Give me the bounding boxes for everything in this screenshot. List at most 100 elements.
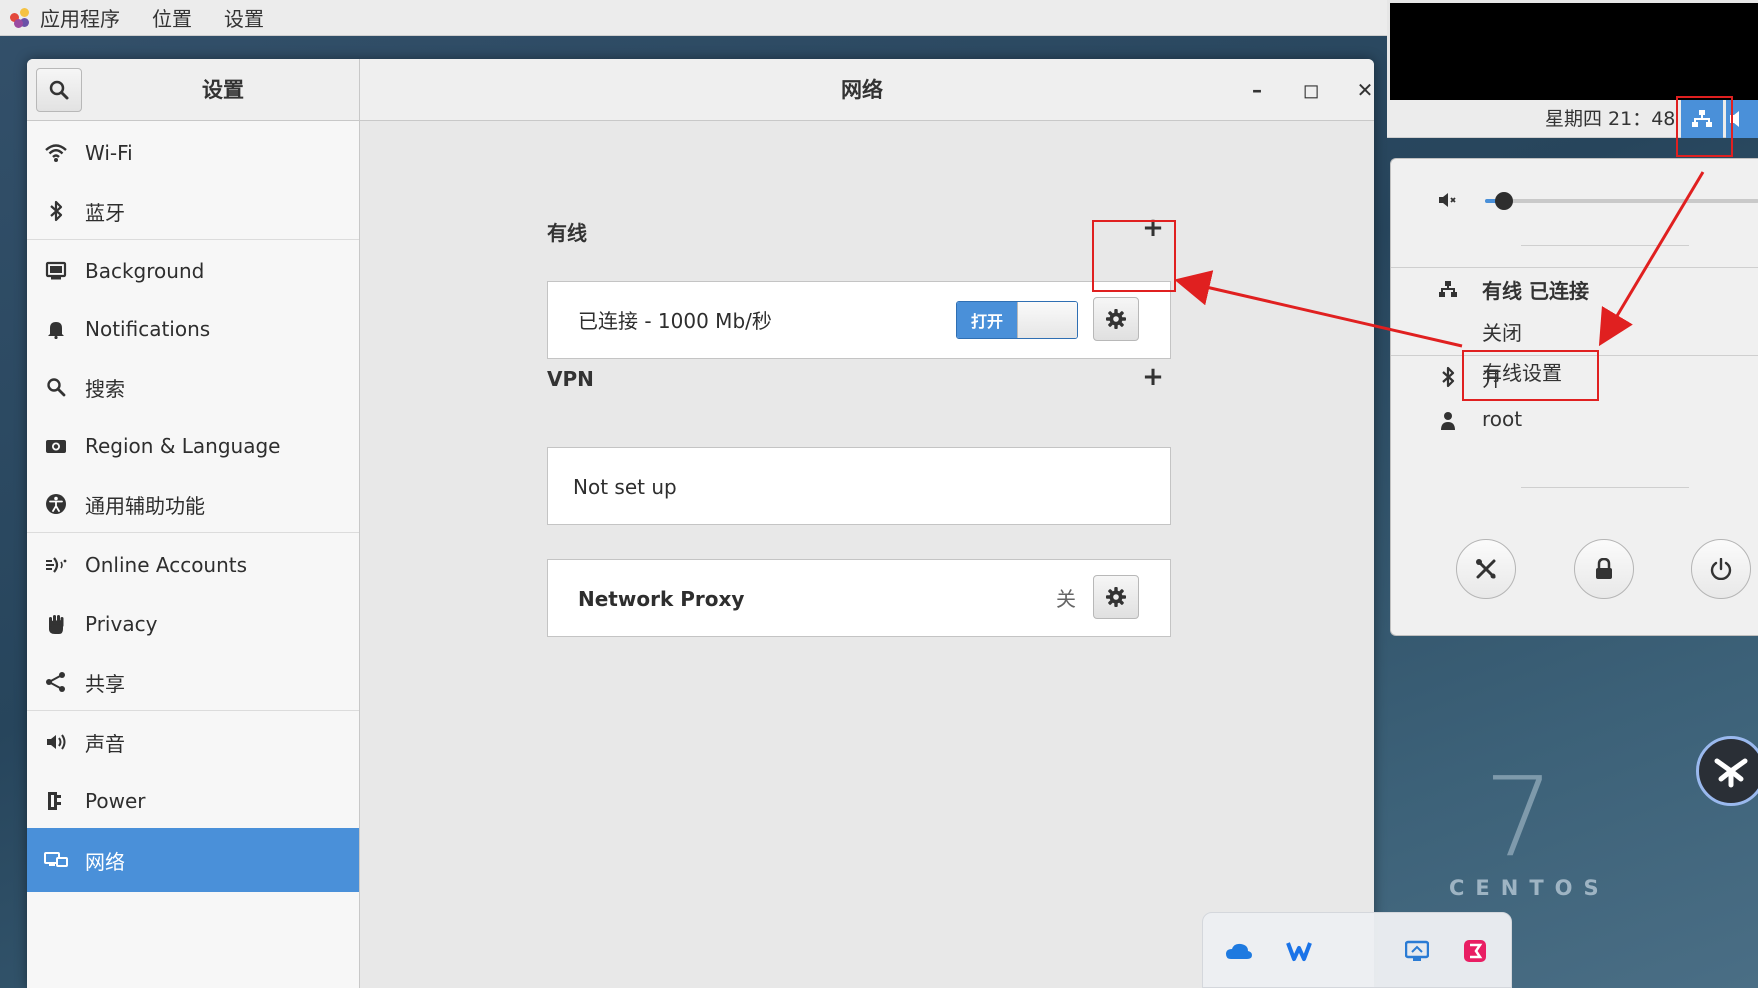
sidebar-item-search[interactable]: 搜索 xyxy=(27,355,359,419)
places-menu[interactable]: 位置 xyxy=(152,3,192,32)
sidebar-title: 设置 xyxy=(202,78,244,102)
wired-status-label: 有线 已连接 xyxy=(1482,279,1589,303)
sidebar-item-label: Background xyxy=(85,259,205,283)
sidebar-item-label: Power xyxy=(85,789,146,813)
page-title: 网络 xyxy=(841,78,883,102)
annotation-box-gear xyxy=(1092,220,1176,292)
sidebar: Wi-Fi 蓝牙 Background Notifications 搜索 Reg… xyxy=(27,121,360,988)
wired-toggle-switch[interactable]: 打开 xyxy=(956,301,1078,339)
centos-logo-number: 7 xyxy=(1484,753,1554,881)
sidebar-item-label: Privacy xyxy=(85,612,158,636)
gear-icon xyxy=(1106,587,1126,607)
camera-flag-icon xyxy=(41,431,71,461)
sidebar-item-sharing[interactable]: 共享 xyxy=(27,650,359,714)
toggle-knob xyxy=(1017,302,1077,338)
maximize-button[interactable]: ◻ xyxy=(1294,73,1328,107)
wired-section-title: 有线 xyxy=(547,221,587,245)
sidebar-item-bluetooth[interactable]: 蓝牙 xyxy=(27,179,359,243)
sidebar-item-network[interactable]: 网络 xyxy=(27,828,359,892)
sidebar-item-label: 声音 xyxy=(85,731,125,756)
wired-off-item[interactable]: 关闭 xyxy=(1391,311,1758,351)
toggle-on-label: 打开 xyxy=(957,302,1017,338)
wired-off-label: 关闭 xyxy=(1482,321,1522,345)
wifi-icon xyxy=(41,138,71,168)
power-icon xyxy=(1710,558,1732,580)
search-icon xyxy=(41,372,71,402)
speaker-icon xyxy=(41,727,71,757)
add-vpn-button[interactable]: + xyxy=(1138,362,1168,392)
sidebar-item-sound[interactable]: 声音 xyxy=(27,710,359,774)
sidebar-item-wifi[interactable]: Wi-Fi xyxy=(27,121,359,185)
clock[interactable]: 星期四 21：48 xyxy=(1545,100,1675,138)
settings-shortcut-button[interactable] xyxy=(1456,539,1516,599)
wired-connection-row: 已连接 - 1000 Mb/秒 打开 xyxy=(547,281,1171,359)
black-region xyxy=(1387,0,1758,100)
gear-icon xyxy=(1106,309,1126,329)
top-bar: 应用程序 位置 设置 xyxy=(0,0,1387,36)
network-proxy-label: Network Proxy xyxy=(578,587,745,611)
volume-slider-knob[interactable] xyxy=(1495,192,1514,210)
lock-button[interactable] xyxy=(1574,539,1634,599)
power-off-button[interactable] xyxy=(1691,539,1751,599)
applications-label: 应用程序 xyxy=(40,7,120,31)
minimize-button[interactable]: – xyxy=(1240,73,1274,107)
settings-menu[interactable]: 设置 xyxy=(224,3,264,32)
assistant-app-icon[interactable] xyxy=(1696,736,1758,806)
vpn-row: Not set up xyxy=(547,447,1171,525)
bluetooth-icon xyxy=(41,196,71,226)
annotation-box-wired-settings xyxy=(1462,350,1599,401)
sidebar-item-label: Wi-Fi xyxy=(85,141,133,165)
sidebar-item-accessibility[interactable]: 通用辅助功能 xyxy=(27,472,359,536)
close-button[interactable]: ✕ xyxy=(1348,73,1374,107)
sidebar-item-privacy[interactable]: Privacy xyxy=(27,592,359,656)
sidebar-item-power[interactable]: Power xyxy=(27,769,359,833)
share-icon xyxy=(41,667,71,697)
proxy-state: 关 xyxy=(1056,587,1076,611)
header-bar: 网络 – ◻ ✕ xyxy=(360,59,1374,121)
settings-window: 设置 网络 – ◻ ✕ Wi-Fi 蓝牙 Background Notifica… xyxy=(27,59,1374,988)
menu-divider xyxy=(1521,245,1689,246)
network-icon xyxy=(41,845,71,875)
wired-status: 已连接 - 1000 Mb/秒 xyxy=(578,309,772,333)
sidebar-item-label: 蓝牙 xyxy=(85,200,125,225)
pink-app-icon[interactable] xyxy=(1461,937,1489,965)
wired-settings-button[interactable] xyxy=(1093,297,1139,341)
network-proxy-row[interactable]: Network Proxy 关 xyxy=(547,559,1171,637)
wired-status-row[interactable]: 有线 已连接 xyxy=(1391,267,1758,311)
sidebar-item-label: 网络 xyxy=(85,849,125,874)
hand-icon xyxy=(41,609,71,639)
sidebar-item-label: 共享 xyxy=(85,671,125,696)
speaker-muted-icon xyxy=(1435,187,1461,213)
remote-desktop-icon[interactable] xyxy=(1403,937,1431,965)
apps-icon xyxy=(10,7,30,28)
menu-divider xyxy=(1521,487,1689,488)
writer-app-icon[interactable] xyxy=(1285,937,1313,965)
sidebar-item-notifications[interactable]: Notifications xyxy=(27,297,359,361)
applications-menu[interactable]: 应用程序 xyxy=(10,3,120,32)
sidebar-item-label: 搜索 xyxy=(85,376,125,401)
lock-icon xyxy=(1596,558,1612,579)
sidebar-item-label: Region & Language xyxy=(85,434,281,458)
sidebar-item-label: 通用辅助功能 xyxy=(85,493,205,518)
user-row[interactable]: root xyxy=(1391,399,1758,443)
network-panel: 有线 + 已连接 - 1000 Mb/秒 打开 VPN + Not set up… xyxy=(360,121,1374,988)
proxy-settings-button[interactable] xyxy=(1093,575,1139,619)
volume-slider[interactable] xyxy=(1485,192,1758,210)
taskbar xyxy=(1202,912,1512,988)
search-icon xyxy=(49,80,69,100)
power-plug-icon xyxy=(41,786,71,816)
vpn-section-title: VPN xyxy=(547,367,594,391)
sidebar-item-region-language[interactable]: Region & Language xyxy=(27,414,359,478)
volume-row xyxy=(1391,159,1758,243)
sidebar-item-label: Online Accounts xyxy=(85,553,248,577)
bell-icon xyxy=(41,314,71,344)
onedrive-icon[interactable] xyxy=(1225,937,1253,965)
sidebar-header: 设置 xyxy=(27,59,360,121)
sidebar-item-background[interactable]: Background xyxy=(27,239,359,303)
annotation-box-network xyxy=(1676,96,1733,157)
background-icon xyxy=(41,256,71,286)
accessibility-icon xyxy=(41,489,71,519)
vpn-empty-text: Not set up xyxy=(573,475,677,499)
sidebar-item-online-accounts[interactable]: Online Accounts xyxy=(27,533,359,597)
search-button[interactable] xyxy=(36,68,82,112)
